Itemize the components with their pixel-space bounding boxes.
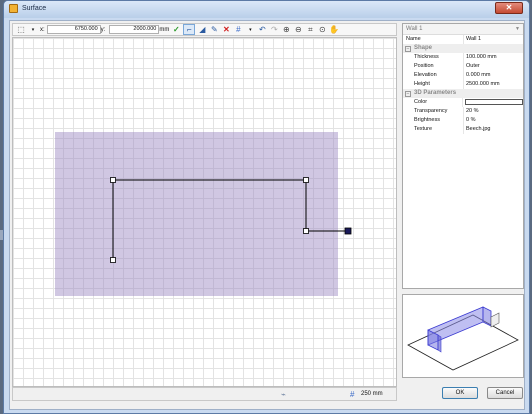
- property-key: Height: [414, 81, 430, 87]
- checkmark-icon[interactable]: ✓: [171, 24, 181, 35]
- property-value[interactable]: 100.000 mm: [463, 53, 523, 62]
- zoom-fit-icon[interactable]: ⌗: [305, 24, 315, 35]
- y-coordinate-input[interactable]: 2000.000: [109, 25, 160, 34]
- property-key: Brightness: [414, 117, 440, 123]
- grid-icon[interactable]: #: [233, 24, 243, 35]
- wall-node-handle[interactable]: [303, 228, 309, 234]
- wall-layer: [110, 177, 352, 263]
- x-label: x:: [40, 26, 45, 33]
- property-key: Thickness: [414, 54, 439, 60]
- active-wall-endpoint[interactable]: [344, 227, 352, 235]
- 3d-preview-drawing: [407, 306, 519, 371]
- wall-node-handle[interactable]: [303, 177, 309, 183]
- property-row[interactable]: Thickness 100.000 mm: [403, 53, 523, 62]
- 3d-preview[interactable]: [402, 294, 524, 378]
- property-value[interactable]: Wall 1: [463, 35, 523, 44]
- grid-size-icon: #: [350, 390, 355, 399]
- wall-node-handle[interactable]: [110, 257, 116, 263]
- snap-icon[interactable]: ⌁: [281, 390, 286, 399]
- preview-wall: [490, 312, 500, 328]
- cancel-button[interactable]: Cancel: [487, 387, 523, 399]
- paint-icon[interactable]: ◢: [197, 24, 207, 35]
- collapse-icon[interactable]: −: [405, 90, 411, 97]
- property-value[interactable]: 2500.000 mm: [463, 80, 523, 89]
- undo-icon[interactable]: ↶: [257, 24, 267, 35]
- category-label: Shape: [414, 45, 433, 51]
- category-3d-parameters[interactable]: − 3D Parameters: [403, 89, 523, 98]
- object-selector[interactable]: Wall 1 ▼: [403, 24, 523, 35]
- property-key: Texture: [414, 126, 433, 132]
- window-title: Surface: [22, 5, 47, 12]
- chevron-down-icon[interactable]: ▼: [515, 26, 520, 32]
- preview-wall: [437, 334, 442, 353]
- status-bar: ⌁ # 250 mm: [12, 387, 397, 401]
- selected-object-name: Wall 1: [406, 26, 423, 32]
- property-key: Elevation: [414, 72, 437, 78]
- property-row[interactable]: Brightness 0 %: [403, 116, 523, 125]
- zoom-window-icon[interactable]: ⊙: [317, 24, 327, 35]
- x-coordinate-input[interactable]: 6750.000: [46, 25, 101, 34]
- property-row[interactable]: Color: [403, 98, 523, 107]
- grid-dropdown-icon[interactable]: ▾: [245, 24, 255, 35]
- property-key: Position: [414, 63, 434, 69]
- pan-hand-icon[interactable]: ✋: [329, 24, 339, 35]
- property-row[interactable]: Height 2500.000 mm: [403, 80, 523, 89]
- ok-button[interactable]: OK: [442, 387, 478, 399]
- property-key: Transparency: [414, 108, 448, 114]
- surface-dialog: Surface ✕ ⬚ ▾ x: 6750.000 y: 2000.000 mm…: [3, 0, 530, 414]
- property-row[interactable]: Elevation 0.000 mm: [403, 71, 523, 80]
- property-row[interactable]: Transparency 20 %: [403, 107, 523, 116]
- title-bar: Surface ✕: [4, 1, 529, 18]
- app-icon: [9, 4, 18, 13]
- pen-icon[interactable]: ✎: [209, 24, 219, 35]
- zoom-in-icon[interactable]: ⊕: [281, 24, 291, 35]
- properties-panel: Wall 1 ▼ Name Wall 1 − Shape Thickness 1…: [402, 23, 524, 289]
- property-value[interactable]: 0.000 mm: [463, 71, 523, 80]
- property-row[interactable]: Name Wall 1: [403, 35, 523, 44]
- category-shape[interactable]: − Shape: [403, 44, 523, 53]
- color-swatch[interactable]: [465, 98, 523, 105]
- property-value[interactable]: [462, 98, 523, 107]
- property-row[interactable]: Position Outer: [403, 62, 523, 71]
- property-key: Name: [406, 36, 421, 42]
- collapse-icon[interactable]: −: [405, 45, 411, 52]
- zoom-out-icon[interactable]: ⊖: [293, 24, 303, 35]
- category-label: 3D Parameters: [414, 90, 457, 96]
- drawing-canvas[interactable]: [12, 37, 397, 387]
- property-value[interactable]: 0 %: [463, 116, 523, 125]
- delete-icon[interactable]: ✕: [221, 24, 231, 35]
- wall-node-handle[interactable]: [110, 177, 116, 183]
- property-row[interactable]: Texture Beech.jpg: [403, 125, 523, 134]
- grid-size-label: 250 mm: [361, 391, 383, 397]
- toolbar: ⬚ ▾ x: 6750.000 y: 2000.000 mm ✓ ⌐ ◢ ✎ ✕…: [12, 23, 397, 36]
- property-value[interactable]: Beech.jpg: [463, 125, 523, 134]
- dialog-client: ⬚ ▾ x: 6750.000 y: 2000.000 mm ✓ ⌐ ◢ ✎ ✕…: [9, 20, 525, 410]
- unit-label: mm: [159, 26, 170, 33]
- select-tool-icon[interactable]: ⬚: [16, 24, 26, 35]
- property-key: Color: [414, 99, 428, 105]
- wall-path[interactable]: [112, 179, 348, 260]
- close-button[interactable]: ✕: [495, 2, 523, 14]
- draw-wall-icon[interactable]: ⌐: [183, 24, 196, 35]
- property-value[interactable]: 20 %: [463, 107, 523, 116]
- dropdown-arrow-icon[interactable]: ▾: [28, 24, 38, 35]
- y-label: y:: [100, 26, 106, 33]
- redo-icon[interactable]: ↷: [269, 24, 279, 35]
- property-value[interactable]: Outer: [463, 62, 523, 71]
